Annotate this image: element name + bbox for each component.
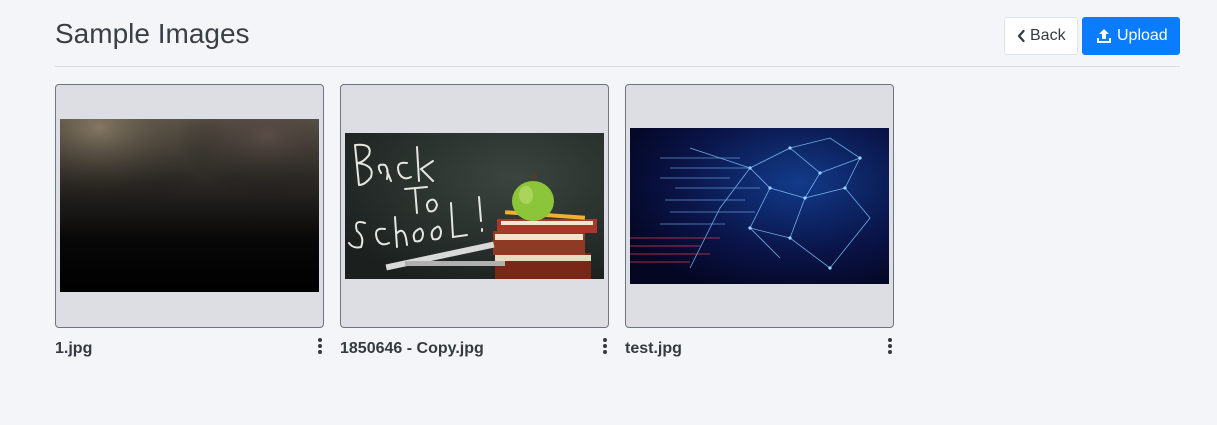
chevron-left-icon: [1017, 30, 1025, 42]
image-card: 1.jpg: [55, 84, 324, 357]
upload-button[interactable]: Upload: [1082, 17, 1180, 55]
image-card: 1850646 - Copy.jpg: [340, 84, 609, 357]
image-thumbnail: [630, 128, 889, 284]
image-thumbnail: [60, 119, 319, 292]
kebab-menu-icon[interactable]: [316, 338, 324, 358]
page-title: Sample Images: [55, 18, 250, 49]
image-thumbnail-frame[interactable]: [55, 84, 324, 328]
image-thumbnail-frame[interactable]: [340, 84, 609, 328]
image-thumbnail-frame[interactable]: [625, 84, 894, 328]
kebab-menu-icon[interactable]: [601, 338, 609, 358]
kebab-menu-icon[interactable]: [886, 338, 894, 358]
upload-icon: [1097, 29, 1111, 43]
image-thumbnail: [345, 133, 604, 279]
page: Sample Images Back Upload 1.jpg 1850646 …: [0, 0, 1217, 425]
back-label: Back: [1030, 27, 1066, 44]
image-card: test.jpg: [625, 84, 894, 357]
file-name: 1.jpg: [55, 340, 93, 357]
file-name: 1850646 - Copy.jpg: [340, 340, 484, 357]
back-button[interactable]: Back: [1004, 17, 1078, 55]
upload-label: Upload: [1117, 27, 1168, 44]
file-name: test.jpg: [625, 340, 682, 357]
page-header: Sample Images Back Upload: [55, 0, 1180, 67]
